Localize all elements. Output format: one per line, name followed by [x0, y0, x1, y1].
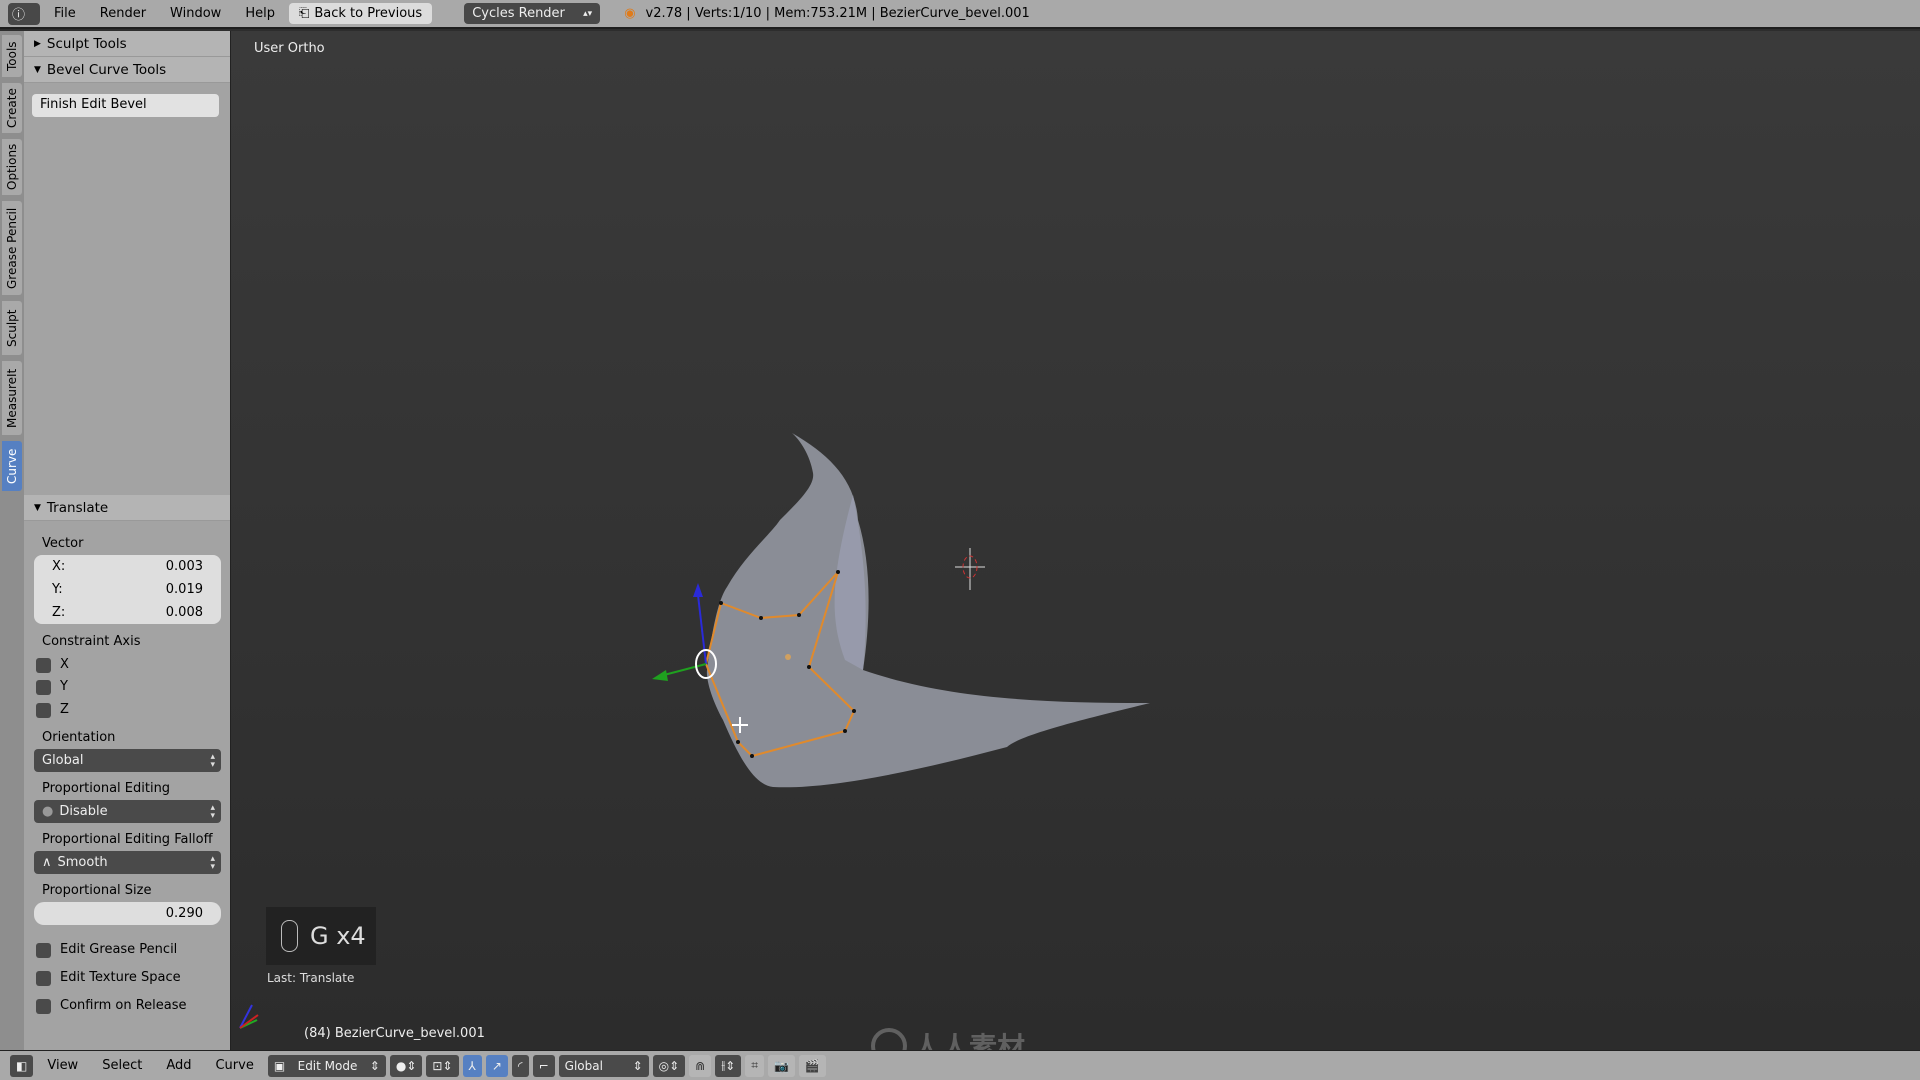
axis-indicator-icon — [239, 1004, 259, 1029]
manipulator-toggle[interactable]: ⅄ — [462, 1054, 482, 1077]
constraint-axis-label: Constraint Axis — [42, 634, 141, 649]
menu-view[interactable]: View — [37, 1058, 88, 1073]
back-icon: ⎗ — [298, 6, 310, 21]
vector-label: Vector — [42, 536, 84, 551]
circle-icon: ● — [42, 804, 54, 819]
translate-header[interactable]: ▼ Translate — [24, 495, 230, 521]
menu-render[interactable]: Render — [90, 6, 156, 21]
rotate-manipulator[interactable]: ◜ — [511, 1054, 529, 1077]
snap-icon: ⫲ — [721, 1058, 726, 1072]
render-icon: ⌗ — [751, 1058, 758, 1072]
scale-icon: ⌐ — [538, 1058, 549, 1073]
vector-z-field[interactable]: Z: 0.008 — [34, 601, 221, 624]
top-header: ⓘ File Render Window Help ⎗ Back to Previ… — [0, 0, 1920, 29]
constraint-y-label: Y — [60, 679, 68, 694]
proportional-editing-select[interactable]: ● Disable ▴ ▾ — [34, 800, 221, 823]
tab-options[interactable]: Options — [2, 139, 22, 195]
info-editor-type-icon[interactable]: ⓘ — [8, 2, 40, 25]
tab-grease-pencil[interactable]: Grease Pencil — [2, 201, 22, 295]
manipulator-icon: ⅄ — [468, 1058, 476, 1073]
menu-window[interactable]: Window — [160, 6, 231, 21]
orientation-select[interactable]: Global ▴ ▾ — [34, 749, 221, 772]
bevel-curve-tools-header[interactable]: ▼ Bevel Curve Tools — [24, 57, 230, 83]
bevel-mesh — [706, 433, 1150, 788]
mode-select[interactable]: ▣ Edit Mode ⇕ — [267, 1054, 386, 1077]
vector-x-field[interactable]: X: 0.003 — [34, 555, 221, 578]
scale-manipulator[interactable]: ⌐ — [532, 1054, 555, 1077]
clapper-icon: 🎬 — [804, 1058, 820, 1073]
edit-grease-pencil-checkbox[interactable] — [36, 943, 51, 958]
3d-cursor-icon — [955, 548, 985, 590]
proportional-size-field[interactable]: 0.290 — [34, 902, 221, 925]
render-engine-select[interactable]: Cycles Render ▴▾ — [464, 3, 601, 24]
solid-sphere-icon: ● — [395, 1058, 407, 1073]
magnet-icon: ⋒ — [695, 1058, 706, 1073]
finish-edit-bevel-button[interactable]: Finish Edit Bevel — [32, 94, 219, 117]
smooth-falloff-icon: ∧ — [42, 855, 52, 870]
constraint-y-checkbox[interactable] — [36, 680, 51, 695]
edit-mode-icon: ▣ — [273, 1058, 286, 1073]
viewport-shading-select[interactable]: ● ⇕ — [389, 1054, 423, 1077]
scene — [239, 433, 1150, 1029]
object-info: (84) BezierCurve_bevel.001 — [304, 1026, 485, 1041]
tool-tabs: Tools Create Options Grease Pencil Sculp… — [0, 31, 24, 1050]
opengl-animation-button[interactable]: 🎬 — [798, 1054, 826, 1077]
proportional-editing-label: Proportional Editing — [42, 781, 171, 796]
proportional-editing-button[interactable]: ◎ ⇕ — [652, 1054, 686, 1077]
tool-shelf: ▶ Sculpt Tools ▼ Bevel Curve Tools Finish … — [24, 31, 231, 1050]
pivot-icon: ⊡ — [432, 1058, 443, 1073]
editor-type-button[interactable]: ◧ — [10, 1054, 34, 1077]
tab-sculpt[interactable]: Sculpt — [2, 301, 22, 355]
edit-texture-space-checkbox[interactable] — [36, 971, 51, 986]
gizmo-z-arrow-icon — [693, 583, 703, 597]
falloff-select[interactable]: ∧ Smooth ▴ ▾ — [34, 851, 221, 874]
bottom-header: ◧ View Select Add Curve ▣ Edit Mode ⇕ ● ⇕ ⊡… — [0, 1050, 1920, 1080]
scene-stats: v2.78 | Verts:1/10 | Mem:753.21M | Bezie… — [645, 6, 1030, 21]
transform-orientation-select[interactable]: Global ⇕ — [558, 1054, 649, 1077]
back-to-previous-button[interactable]: ⎗ Back to Previous — [288, 3, 433, 24]
translate-manipulator[interactable]: ↗ — [485, 1054, 508, 1077]
blender-logo-icon: ◉ — [624, 6, 636, 21]
last-operator: Last: Translate — [267, 971, 355, 985]
proportional-size-label: Proportional Size — [42, 883, 152, 898]
tab-curve[interactable]: Curve — [2, 441, 22, 491]
menu-select[interactable]: Select — [92, 1058, 152, 1073]
sculpt-tools-header[interactable]: ▶ Sculpt Tools — [24, 31, 230, 57]
menu-curve[interactable]: Curve — [205, 1058, 263, 1073]
orientation-label: Orientation — [42, 730, 116, 745]
menu-help[interactable]: Help — [235, 6, 285, 21]
camera-icon: 📷 — [773, 1058, 789, 1073]
circle-icon: ◎ — [658, 1058, 670, 1073]
3d-viewport[interactable]: User Ortho G x4 Last: Translate (84) Bez… — [231, 31, 1920, 1064]
key-display: G x4 — [266, 907, 376, 965]
render-button[interactable]: ⌗ — [745, 1054, 764, 1077]
gizmo-y-arrow-icon — [652, 670, 668, 681]
arrow-icon: ↗ — [491, 1058, 502, 1073]
pivot-point-select[interactable]: ⊡ ⇕ — [426, 1054, 459, 1077]
snap-toggle[interactable]: ⋒ — [689, 1054, 712, 1077]
constraint-z-label: Z — [60, 702, 69, 717]
tab-tools[interactable]: Tools — [2, 35, 22, 77]
opengl-render-button[interactable]: 📷 — [767, 1054, 795, 1077]
constraint-x-label: X — [60, 657, 69, 672]
tab-measureit[interactable]: MeasureIt — [2, 361, 22, 435]
constraint-z-checkbox[interactable] — [36, 703, 51, 718]
object-origin — [785, 654, 791, 660]
edit-grease-pencil-label: Edit Grease Pencil — [60, 942, 178, 957]
menu-add[interactable]: Add — [156, 1058, 201, 1073]
falloff-label: Proportional Editing Falloff — [42, 832, 213, 847]
constraint-x-checkbox[interactable] — [36, 658, 51, 673]
tab-create[interactable]: Create — [2, 83, 22, 133]
cube-icon: ◧ — [16, 1058, 28, 1073]
vector-y-field[interactable]: Y: 0.019 — [34, 578, 221, 601]
edit-texture-space-label: Edit Texture Space — [60, 970, 181, 985]
snap-element-select[interactable]: ⫲ ⇕ — [715, 1054, 742, 1077]
confirm-on-release-label: Confirm on Release — [60, 998, 187, 1013]
confirm-on-release-checkbox[interactable] — [36, 999, 51, 1014]
rotate-icon: ◜ — [517, 1058, 523, 1073]
menu-file[interactable]: File — [44, 6, 86, 21]
mouse-icon — [281, 920, 298, 952]
